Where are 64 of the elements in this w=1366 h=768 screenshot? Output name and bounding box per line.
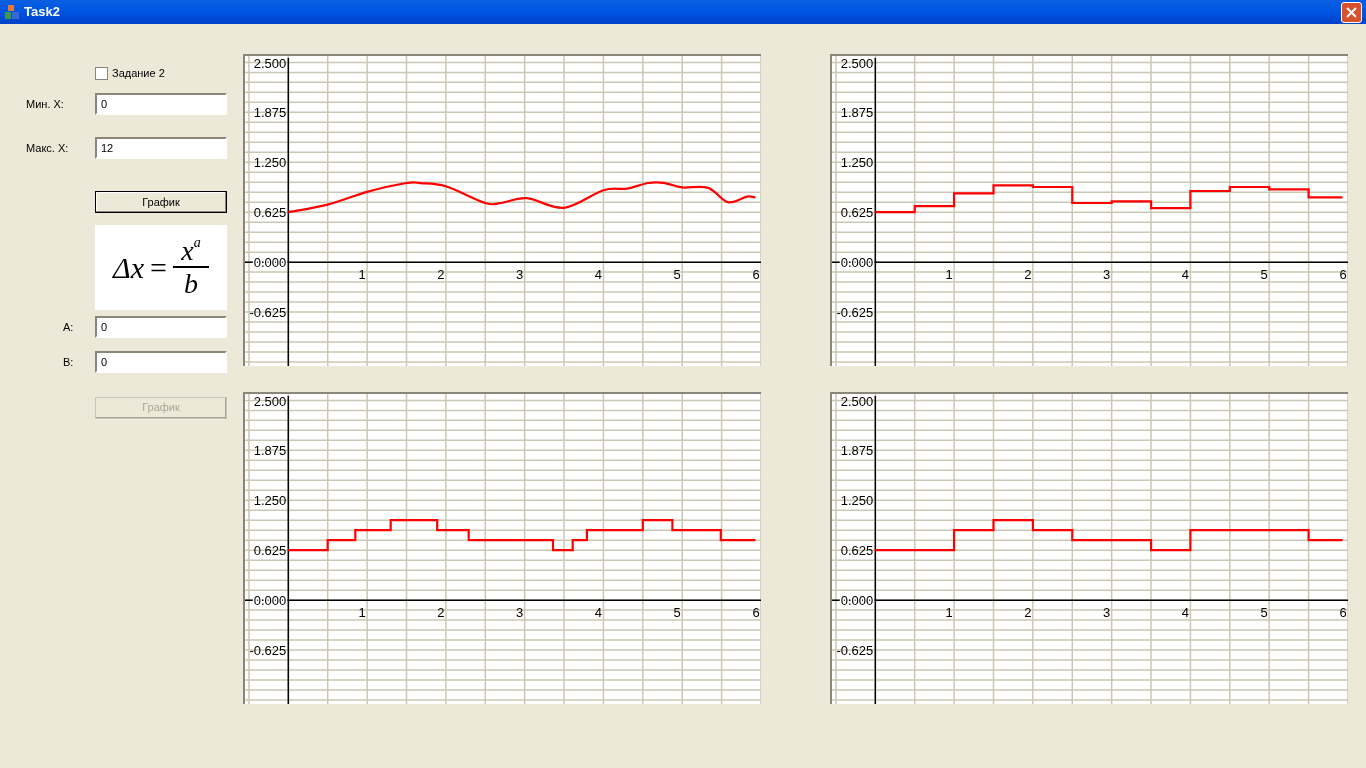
- y-tick-label: 1.250: [840, 493, 874, 509]
- y-tick-label: 2.500: [253, 394, 287, 409]
- x-tick-label: 3: [516, 267, 524, 283]
- x-tick-label: 1: [358, 605, 366, 621]
- field-label: В:: [62, 355, 74, 370]
- y-tick-label: 2.500: [840, 56, 874, 71]
- numerator: x: [181, 235, 194, 266]
- y-tick-label: 0.625: [840, 205, 874, 221]
- y-tick-label: 0.625: [253, 205, 287, 221]
- x-tick-label: 2: [1024, 605, 1032, 621]
- field-label: А:: [62, 320, 74, 335]
- plot-button[interactable]: График: [95, 191, 227, 214]
- input-field[interactable]: 12: [95, 137, 227, 159]
- x-tick-label: 1: [358, 267, 366, 283]
- x-tick-label: 1: [945, 267, 953, 283]
- checkbox[interactable]: [95, 66, 108, 80]
- input-field[interactable]: 0: [95, 93, 227, 115]
- x-tick-label: 5: [1260, 267, 1268, 283]
- formula-lhs: Δx: [113, 250, 144, 287]
- x-tick-label: 2: [437, 267, 445, 283]
- y-tick-label: 0.625: [253, 543, 287, 559]
- y-tick-label: 1.875: [840, 443, 874, 459]
- x-tick-label: 5: [673, 267, 681, 283]
- exponent: a: [193, 235, 201, 250]
- x-tick-label: 2: [1024, 267, 1032, 283]
- y-tick-label: -0.625: [249, 643, 287, 659]
- window-title: Task2: [24, 3, 60, 22]
- y-tick-label: 1.875: [253, 105, 287, 121]
- input-field[interactable]: 0: [95, 351, 227, 374]
- y-tick-label: -0.625: [836, 643, 874, 659]
- x-tick-label: 1: [945, 605, 953, 621]
- x-tick-label: 4: [594, 267, 603, 283]
- y-tick-label: 1.250: [253, 155, 287, 171]
- x-tick-label: 4: [1181, 605, 1190, 621]
- x-tick-label: 4: [1181, 267, 1190, 283]
- close-button[interactable]: [1341, 1, 1362, 23]
- field-label: Мин. X:: [25, 96, 64, 112]
- y-tick-label: 2.500: [253, 56, 287, 71]
- y-tick-label: 1.875: [840, 105, 874, 121]
- x-tick-label: 4: [594, 605, 603, 621]
- y-tick-label: 2.500: [840, 394, 874, 409]
- y-tick-label: 0.625: [840, 543, 874, 559]
- x-tick-label: 6: [1339, 267, 1347, 283]
- denominator: b: [183, 267, 198, 300]
- input-field[interactable]: 0: [95, 316, 227, 339]
- y-tick-label: -0.625: [836, 305, 874, 321]
- x-tick-label: 3: [516, 605, 524, 621]
- x-tick-label: 2: [437, 605, 445, 621]
- x-tick-label: 6: [752, 605, 760, 621]
- equals-sign: =: [150, 250, 167, 287]
- app-icon: [4, 4, 20, 20]
- x-tick-label: 3: [1103, 605, 1111, 621]
- x-tick-label: 5: [1260, 605, 1268, 621]
- x-tick-label: 6: [1339, 605, 1347, 621]
- y-tick-label: 1.250: [253, 493, 287, 509]
- x-tick-label: 6: [752, 267, 760, 283]
- x-tick-label: 3: [1103, 267, 1111, 283]
- x-tick-label: 5: [673, 605, 681, 621]
- y-tick-label: -0.625: [249, 305, 287, 321]
- close-icon: [1346, 6, 1357, 18]
- y-tick-label: 1.250: [840, 155, 874, 171]
- y-tick-label: 1.875: [253, 443, 287, 459]
- field-label: Макс. X:: [25, 140, 69, 156]
- checkbox-label: Задание 2: [112, 65, 165, 81]
